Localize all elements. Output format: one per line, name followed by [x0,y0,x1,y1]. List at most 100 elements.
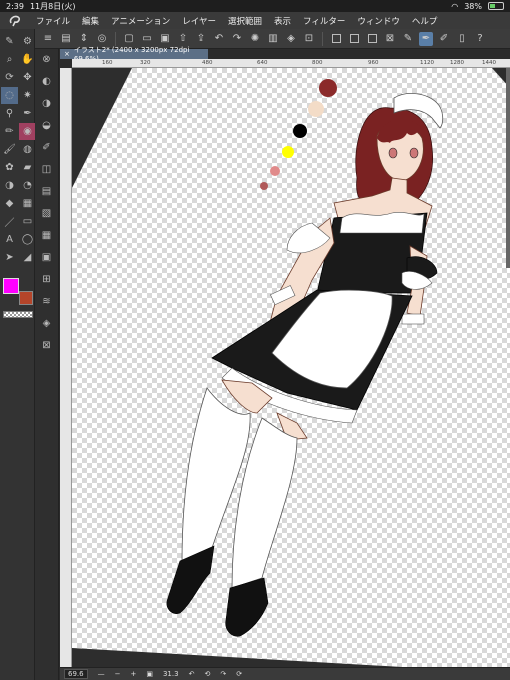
figure-icon[interactable]: ／ [1,213,18,230]
move-tool-icon[interactable]: ✥ [19,69,36,86]
zoom-slider-icon[interactable]: — [98,670,105,678]
deselect-icon[interactable] [347,32,361,46]
fill-tool-icon[interactable]: ◆ [1,195,18,212]
crop-icon[interactable]: ⊠ [383,32,397,46]
sub-color-swatch[interactable] [19,291,33,305]
export-icon[interactable]: ⇧ [176,32,190,46]
zoom-out-icon[interactable]: − [115,670,121,678]
rotate-reset-icon[interactable]: ⟲ [204,670,210,678]
zoom-field[interactable]: 69.6 [64,669,88,679]
target-icon[interactable]: ◎ [95,32,109,46]
document-tab[interactable]: × イラスト2* (2400 x 3200px 72dpi 69.6%) [60,46,208,63]
blend-icon[interactable]: ◑ [1,177,18,194]
transform-icon[interactable]: ⊡ [302,32,316,46]
canvas-svg[interactable] [72,68,510,667]
ruler-icon[interactable]: ▯ [455,32,469,46]
loading-icon[interactable]: ✺ [248,32,262,46]
pen-tool-icon[interactable]: ✎ [1,33,18,50]
new-file-icon[interactable]: ▢ [122,32,136,46]
tool-property-icon[interactable]: ◫ [39,161,55,177]
brush-shape-icon[interactable]: ▤ [39,183,55,199]
app-logo-icon[interactable] [0,14,30,28]
ruler-tick: 1440 [482,60,496,66]
share-icon[interactable]: ⇪ [194,32,208,46]
navigator-icon[interactable]: ▦ [39,227,55,243]
up-down-icon[interactable]: ⇕ [77,32,91,46]
hamburger-menu-icon[interactable]: ≡ [41,32,55,46]
main-color-swatch[interactable] [3,278,19,294]
fit-icon[interactable]: ▣ [146,670,153,678]
pencil-icon[interactable]: ✏ [1,123,18,140]
eraser-icon[interactable]: ▰ [19,159,36,176]
decoration-icon[interactable]: ✿ [1,159,18,176]
pen-icon[interactable]: ✒ [19,105,36,122]
magic-wand-icon[interactable]: ✷ [19,87,36,104]
color-circle-icon[interactable]: ◐ [39,73,55,89]
flip-icon[interactable]: ⟳ [236,670,242,678]
layer-stack-icon[interactable]: ≋ [39,293,55,309]
ruler-tick: 160 [102,60,113,66]
brush-icon[interactable]: 🖌 [1,141,18,158]
clear-icon[interactable]: ▥ [266,32,280,46]
vertical-scrollbar[interactable] [506,68,510,268]
ruler-tick: 1280 [450,60,464,66]
menu-file[interactable]: ファイル [30,15,76,27]
menu-window[interactable]: ウィンドウ [351,15,406,27]
gradient-icon[interactable]: ▦ [19,195,36,212]
undo-icon[interactable]: ↶ [212,32,226,46]
airbrush-icon[interactable]: ◍ [19,141,36,158]
palette-swatch-2 [308,101,324,117]
palette-icon[interactable]: ◉ [19,123,36,140]
tab-close-icon[interactable]: × [64,50,70,58]
color-set-icon[interactable]: ◑ [39,95,55,111]
brush-icon[interactable]: ✐ [437,32,451,46]
water-icon[interactable]: ◔ [19,177,36,194]
lasso-tool-icon[interactable]: ◌ [1,87,18,104]
menu-edit[interactable]: 編集 [76,15,105,27]
menu-animation[interactable]: アニメーション [105,15,176,27]
layer-icon[interactable]: ▣ [39,249,55,265]
close-icon[interactable]: ⊗ [39,51,55,67]
export-panel-icon[interactable]: ⊠ [39,337,55,353]
pen-correct-icon[interactable]: ✎ [401,32,415,46]
zoom-tool-icon[interactable]: ⌕ [1,51,18,68]
toolbar-divider [115,31,116,46]
redo-icon[interactable]: ↷ [230,32,244,46]
fill-icon[interactable]: ◈ [284,32,298,46]
active-pen-icon[interactable]: ✒ [419,31,433,46]
text-tool-icon[interactable]: A [1,231,18,248]
hand-tool-icon[interactable]: ✋ [19,51,36,68]
layers-icon[interactable]: ▤ [59,32,73,46]
select-all-icon[interactable] [329,32,343,46]
canvas-area[interactable] [72,68,510,667]
wifi-icon: ◠ [451,1,459,11]
correction-icon[interactable]: ◢ [19,249,36,266]
palette-swatch-3 [293,124,307,138]
brush-size-icon[interactable]: ✐ [39,139,55,155]
settings-icon[interactable]: ⚙ [19,33,36,50]
menu-view[interactable]: 表示 [268,15,297,27]
menu-filter[interactable]: フィルター [297,15,351,27]
help-icon[interactable]: ? [473,32,487,46]
transparent-color-swatch[interactable] [3,311,33,318]
status-date: 11月8日(火) [29,1,76,11]
rotate-right-icon[interactable]: ↷ [220,670,226,678]
layers-panel-icon[interactable]: ◈ [39,315,55,331]
rotation-field[interactable]: 31.3 [163,670,179,678]
balloon-icon[interactable]: ◯ [19,231,36,248]
eyedropper-icon[interactable]: ⚲ [1,105,18,122]
rotate-left-icon[interactable]: ↶ [189,670,195,678]
intermediate-color-icon[interactable]: ◒ [39,117,55,133]
menu-selection[interactable]: 選択範囲 [222,15,268,27]
operation-icon[interactable]: ➤ [1,249,18,266]
save-icon[interactable]: ▣ [158,32,172,46]
material-icon[interactable]: ⊞ [39,271,55,287]
layer-property-icon[interactable]: ▧ [39,205,55,221]
open-folder-icon[interactable]: ▭ [140,32,154,46]
zoom-in-icon[interactable]: + [130,670,136,678]
menu-layer[interactable]: レイヤー [176,15,222,27]
menu-help[interactable]: ヘルプ [406,15,444,27]
invert-icon[interactable] [365,32,379,46]
frame-icon[interactable]: ▭ [19,213,36,230]
rotate-tool-icon[interactable]: ⟳ [1,69,18,86]
